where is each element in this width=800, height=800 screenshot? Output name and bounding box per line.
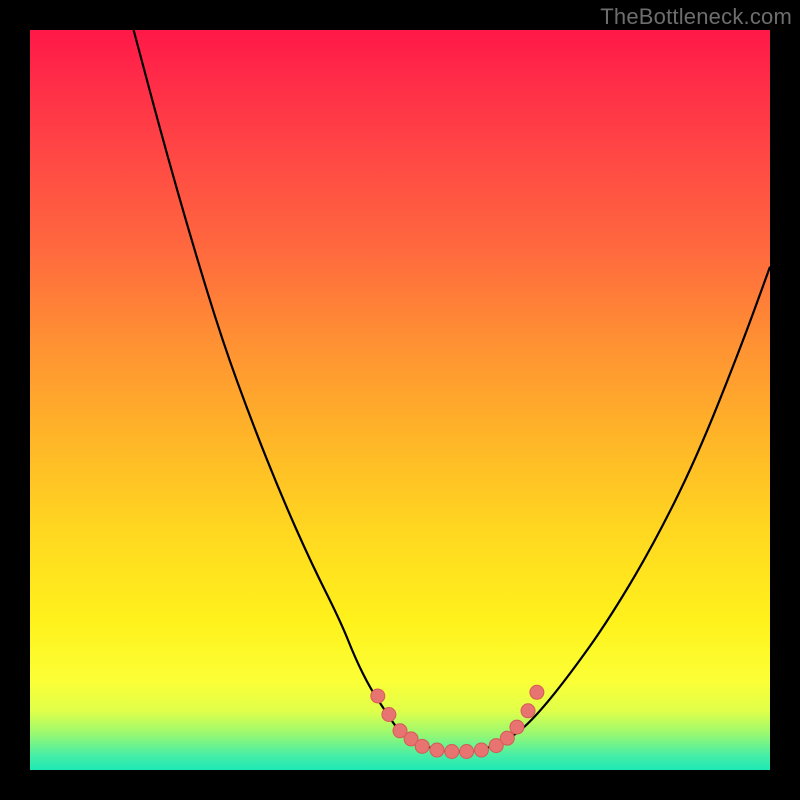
marker-dot (474, 743, 488, 757)
watermark-text: TheBottleneck.com (600, 4, 792, 30)
marker-dot (445, 745, 459, 759)
outer-frame: TheBottleneck.com (0, 0, 800, 800)
marker-dot (382, 708, 396, 722)
marker-dot (521, 704, 535, 718)
marker-dot (371, 689, 385, 703)
curve-line (134, 30, 770, 752)
marker-dot (430, 743, 444, 757)
plot-area (30, 30, 770, 770)
valley-markers (371, 685, 544, 758)
curve-svg (30, 30, 770, 770)
marker-dot (415, 739, 429, 753)
marker-dot (460, 745, 474, 759)
marker-dot (510, 720, 524, 734)
marker-dot (500, 731, 514, 745)
marker-dot (530, 685, 544, 699)
